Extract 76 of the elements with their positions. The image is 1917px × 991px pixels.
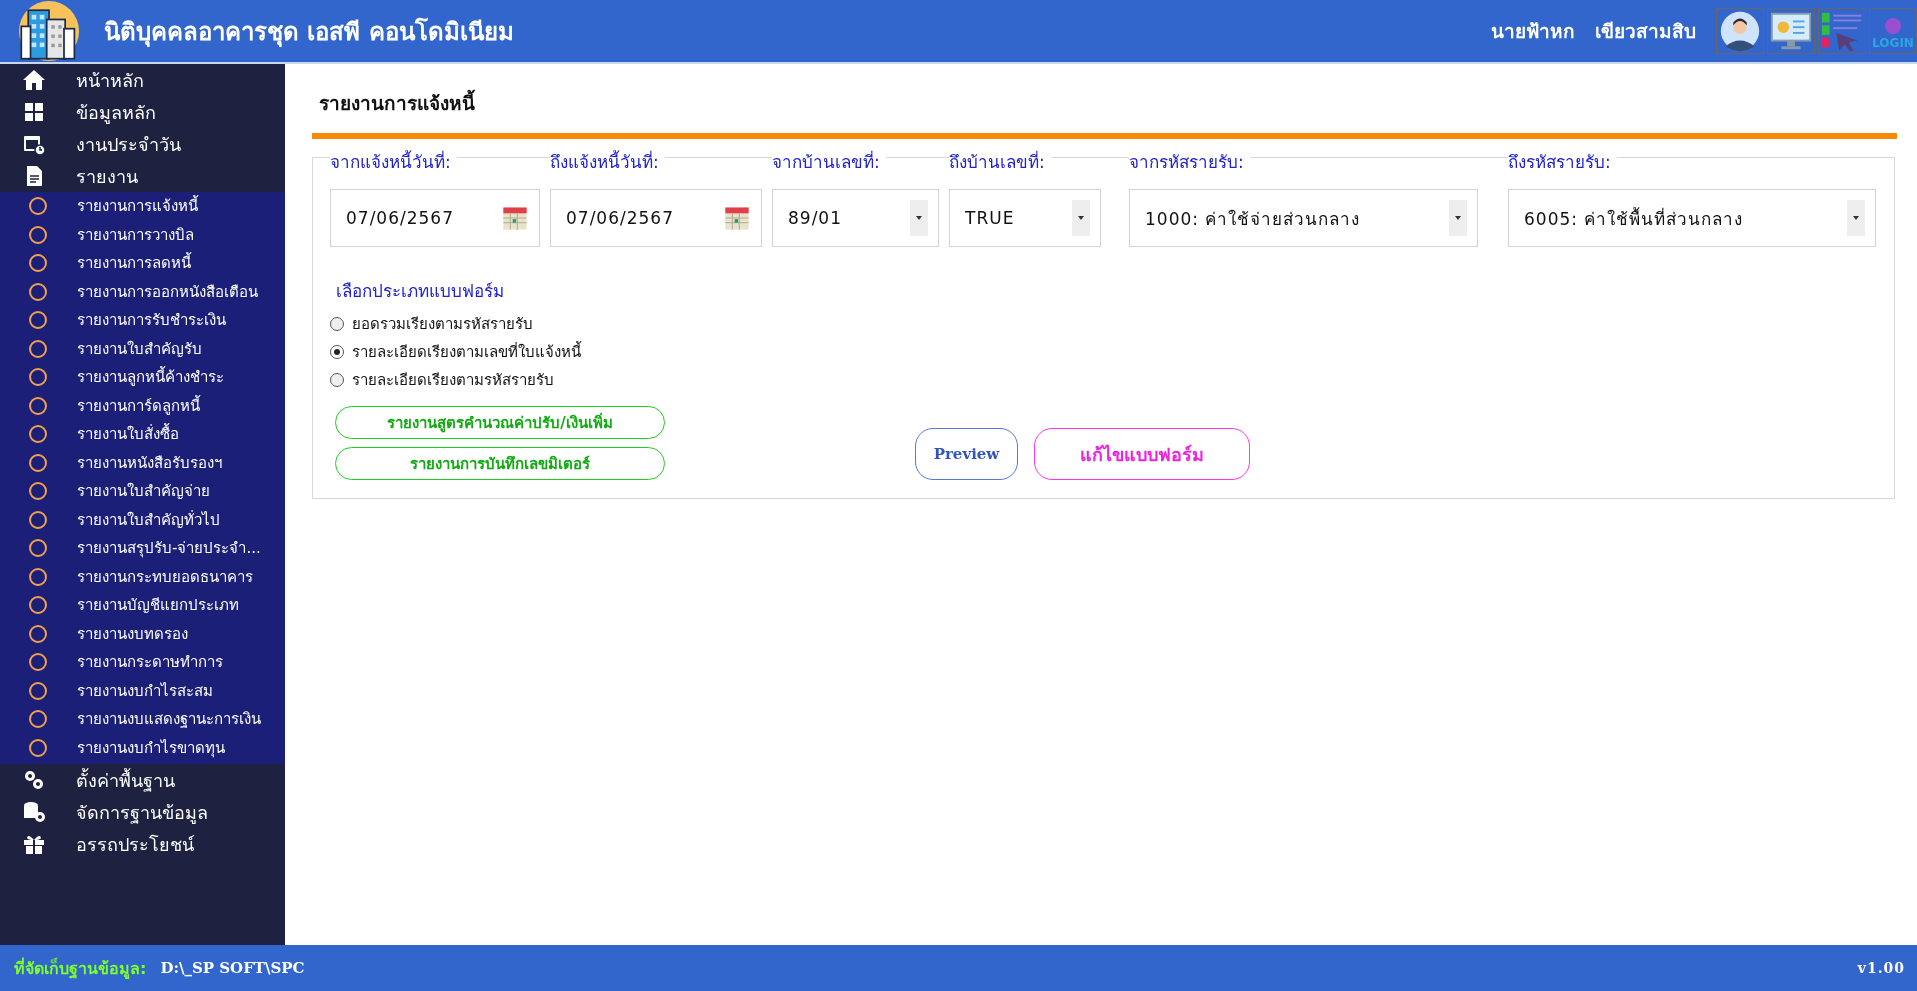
preview-button[interactable]: Preview [915,428,1018,480]
sidebar-item[interactable]: รายงาน [0,160,285,192]
circle-icon [29,624,47,643]
submenu-item[interactable]: รายงานหนังสือรับรองฯ [0,448,285,477]
circle-icon [29,282,47,301]
circle-icon [29,710,47,729]
circle-icon [29,225,47,244]
submenu-item[interactable]: รายงานใบสำคัญจ่าย [0,477,285,506]
submenu-item[interactable]: รายงานงบทดรอง [0,619,285,648]
radio-option[interactable]: รายละเอียดเรียงตามเลขที่ใบแจ้งหนี้ [330,340,581,364]
circle-icon [29,453,47,472]
circle-icon [29,254,47,273]
submenu-item[interactable]: รายงานการรับชำระเงิน [0,306,285,335]
circle-icon [29,197,47,216]
monitor-gear-icon[interactable] [1767,8,1815,54]
sidebar-item[interactable]: จัดการฐานข้อมูล [0,796,285,828]
circle-icon [29,510,47,529]
user-first-name: นายฟ้าหก [1491,19,1575,44]
submenu-item[interactable]: รายงานงบแสดงฐานะการเงิน [0,705,285,734]
sidebar-item[interactable]: ข้อมูลหลัก [0,96,285,128]
circle-icon [29,567,47,586]
user-last-name: เขียวสามสิบ [1595,19,1696,44]
circle-icon [29,539,47,558]
circle-icon [29,339,47,358]
dropdown-field[interactable]: 1000: ค่าใช้จ่ายส่วนกลาง [1129,189,1478,247]
submenu-item[interactable]: รายงานงบกำไรสะสม [0,676,285,705]
circle-icon [29,311,47,330]
submenu-item[interactable]: รายงานการลดหนี้ [0,249,285,278]
date-field[interactable]: 07/06/2567 [330,189,540,247]
submenu-item[interactable]: รายงานใบสั่งซื้อ [0,420,285,449]
circle-icon [29,653,47,672]
radio-button[interactable] [330,345,344,359]
date-field[interactable]: 07/06/2567 [550,189,762,247]
circle-icon [29,482,47,501]
circle-icon [29,425,47,444]
radio-option[interactable]: ยอดรวมเรียงตามรหัสรายรับ [330,312,533,336]
circle-icon [29,681,47,700]
gears-icon [22,768,46,792]
radio-button[interactable] [330,317,344,331]
dropdown-field[interactable]: TRUE [949,189,1101,247]
submenu-item[interactable]: รายงานสรุปรับ-จ่ายประจำ... [0,534,285,563]
submenu-item[interactable]: รายงานการออกหนังสือเตือน [0,277,285,306]
submenu-item[interactable]: รายงานกระทบยอดธนาคาร [0,562,285,591]
submenu-item[interactable]: รายงานลูกหนี้ค้างชำระ [0,363,285,392]
circle-icon [29,396,47,415]
submenu-item[interactable]: รายงานการ์ดลูกหนี้ [0,391,285,420]
circle-icon [29,738,47,757]
circle-icon [29,368,47,387]
submenu-item[interactable]: รายงานงบกำไรขาดทุน [0,733,285,762]
form-type-label: เลือกประเภทแบบฟอร์ม [336,280,504,303]
home-icon [22,68,46,92]
database-gear-icon [22,800,46,824]
list-cursor-icon[interactable] [1818,8,1866,54]
database-path: D:\_SP SOFT\SPC [160,959,305,977]
radio-button[interactable] [330,373,344,387]
dropdown-field[interactable]: 6005: ค่าใช้พื้นที่ส่วนกลาง [1508,189,1876,247]
dropdown-field[interactable]: 89/01 [772,189,939,247]
sidebar-item[interactable]: อรรถประโยชน์ [0,828,285,860]
submenu-item[interactable]: รายงานการแจ้งหนี้ [0,192,285,221]
submenu-item[interactable]: รายงานบัญชีแยกประเภท [0,591,285,620]
circle-icon [29,596,47,615]
database-location-label: ที่จัดเก็บฐานข้อมูล: [14,956,147,981]
user-avatar-icon[interactable] [1716,8,1764,54]
submenu-item[interactable]: รายงานการวางบิล [0,220,285,249]
submenu-item[interactable]: รายงานใบสำคัญรับ [0,334,285,363]
app-title: นิติบุคคลอาคารชุด เอสพี คอนโดมิเนียม [104,16,514,49]
sidebar-item[interactable]: หน้าหลัก [0,64,285,96]
radio-option[interactable]: รายละเอียดเรียงตามรหัสรายรับ [330,368,554,392]
submenu-item[interactable]: รายงานใบสำคัญทั่วไป [0,505,285,534]
sidebar-item[interactable]: งานประจำวัน [0,128,285,160]
sidebar-item[interactable]: ตั้งค่าพื้นฐาน [0,764,285,796]
grid-icon [22,100,46,124]
edit-form-button[interactable]: แก้ไขแบบฟอร์ม [1034,428,1250,480]
page-title: รายงานการแจ้งหนี้ [319,88,1897,118]
submenu-item[interactable]: รายงานกระดาษทำการ [0,648,285,677]
version-label: v1.00 [1857,960,1905,976]
